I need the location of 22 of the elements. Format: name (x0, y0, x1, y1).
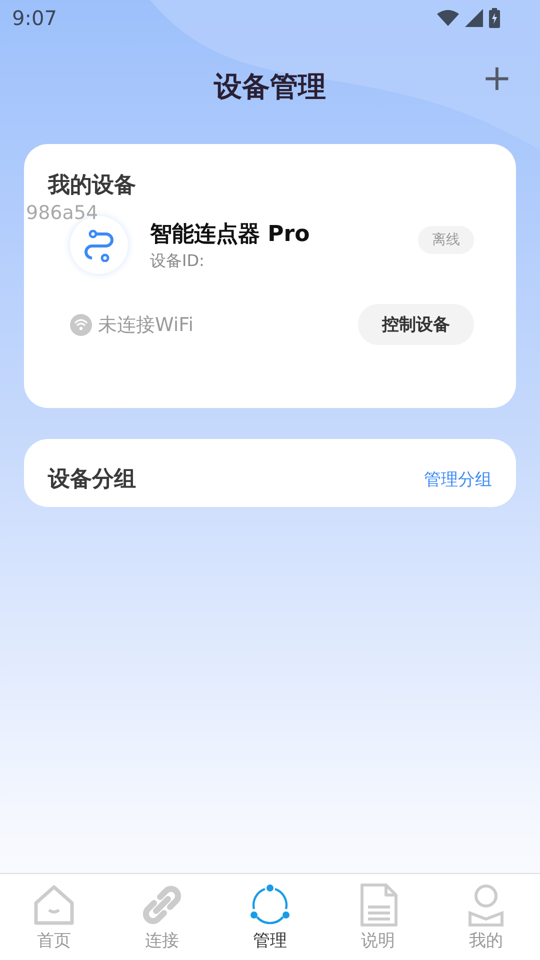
page-title: 设备管理 (214, 69, 326, 105)
add-button[interactable]: + (482, 58, 512, 99)
status-time: 9:07 (12, 6, 57, 30)
device-name: 智能连点器 Pro (150, 220, 311, 248)
section-title: 设备分组 (48, 466, 136, 494)
tab[interactable]: 连接 (108, 874, 216, 960)
tab[interactable]: 说明 (324, 874, 432, 960)
wifi-status: 未连接WiFi (98, 312, 194, 338)
battery-icon (489, 8, 500, 28)
signal-icon (465, 9, 483, 27)
control-device-button[interactable]: 控制设备 (358, 304, 474, 345)
device-id-label: 设备ID: (150, 250, 206, 272)
manage-groups-link[interactable]: 管理分组 (424, 468, 492, 490)
status-badge: 离线 (418, 226, 474, 254)
wifi-icon (437, 10, 459, 26)
device-id-text: 986a54 (26, 202, 98, 224)
share-nodes-icon (248, 882, 292, 926)
home-icon (32, 882, 76, 926)
tab[interactable]: 我的 (432, 874, 540, 960)
tab[interactable]: 管理 (216, 874, 324, 960)
tab[interactable]: 首页 (0, 874, 108, 960)
section-title: 我的设备 (48, 172, 137, 200)
